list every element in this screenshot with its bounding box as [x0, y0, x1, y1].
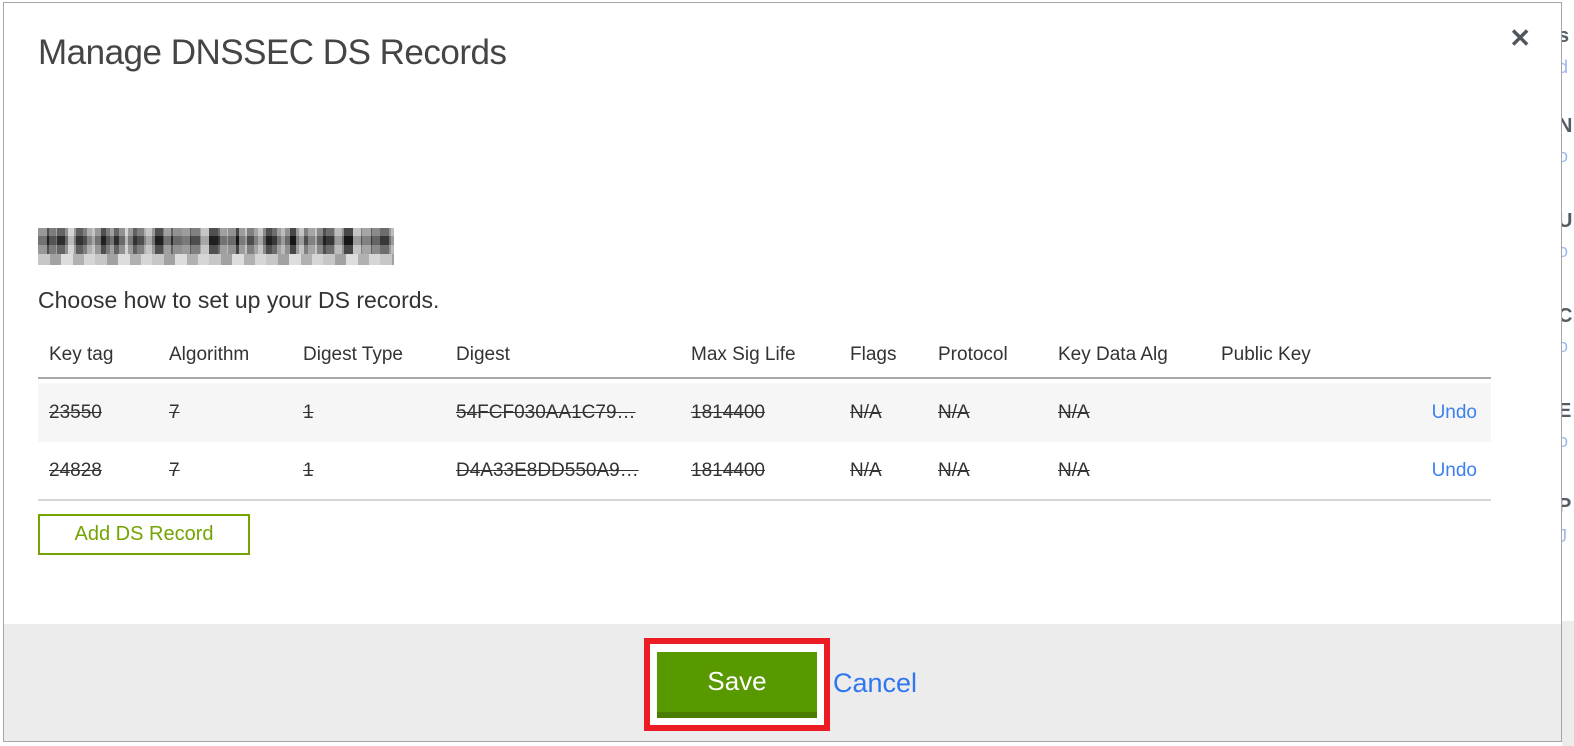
background-footer-strip — [1562, 621, 1574, 746]
add-ds-record-button[interactable]: Add DS Record — [38, 514, 250, 555]
cell-actions: Undo — [1421, 402, 1491, 424]
cell-flags: N/A — [850, 459, 882, 481]
cell-key-data-alg: N/A — [1058, 401, 1090, 423]
cell-algorithm: 7 — [169, 459, 180, 481]
background-text-fragment: o — [1562, 431, 1569, 451]
domain-name-redacted — [38, 228, 394, 265]
background-text-fragment: P — [1562, 495, 1572, 517]
col-header-public-key: Public Key — [1221, 344, 1311, 365]
background-page-sliver: s d N o U o C o E o P J — [1562, 0, 1574, 746]
col-header-flags: Flags — [850, 344, 897, 365]
cell-max-sig-life: 1814400 — [691, 459, 765, 481]
background-text-fragment: N — [1562, 115, 1573, 137]
close-icon[interactable]: ✕ — [1509, 25, 1531, 51]
cell-digest: 54FCF030AA1C79… — [456, 401, 636, 423]
table-row: 23550 7 1 54FCF030AA1C79… 1814400 N/A N/… — [38, 383, 1491, 442]
background-text-fragment: E — [1562, 400, 1572, 422]
background-text-fragment: d — [1562, 57, 1569, 77]
col-header-digest-type: Digest Type — [303, 344, 403, 365]
undo-link[interactable]: Undo — [1432, 460, 1477, 481]
col-header-algorithm: Algorithm — [169, 344, 250, 365]
pixelation-block — [38, 228, 394, 254]
background-text-fragment: U — [1562, 210, 1573, 232]
background-text-fragment: s — [1562, 25, 1570, 47]
cell-key-data-alg: N/A — [1058, 459, 1090, 481]
cell-digest-type: 1 — [303, 401, 314, 423]
col-header-max-sig-life: Max Sig Life — [691, 344, 796, 365]
table-header-row: Key tag Algorithm Digest Type Digest Max… — [38, 333, 1491, 379]
background-text-fragment: o — [1562, 241, 1569, 261]
col-header-protocol: Protocol — [938, 344, 1008, 365]
background-text-fragment: o — [1562, 336, 1569, 356]
cell-max-sig-life: 1814400 — [691, 401, 765, 423]
background-text-fragment: J — [1562, 526, 1567, 546]
background-text-fragment: C — [1562, 305, 1573, 327]
cell-key-tag: 24828 — [49, 459, 102, 481]
cell-protocol: N/A — [938, 401, 970, 423]
manage-dnssec-modal: Manage DNSSEC DS Records ✕ Choose how to… — [3, 2, 1562, 742]
cell-algorithm: 7 — [169, 401, 180, 423]
screenshot-root: s d N o U o C o E o P J Manage DNSSEC DS… — [0, 0, 1574, 746]
modal-footer: Save Cancel — [4, 624, 1561, 741]
undo-link[interactable]: Undo — [1432, 402, 1477, 423]
annotation-red-box: Save — [644, 638, 830, 731]
cell-key-tag: 23550 — [49, 401, 102, 423]
col-header-key-data-alg: Key Data Alg — [1058, 344, 1168, 365]
cancel-link[interactable]: Cancel — [833, 668, 917, 699]
instruction-text: Choose how to set up your DS records. — [38, 287, 440, 313]
col-header-key-tag: Key tag — [49, 344, 114, 365]
cell-flags: N/A — [850, 401, 882, 423]
ds-records-table: Key tag Algorithm Digest Type Digest Max… — [38, 333, 1491, 501]
save-button[interactable]: Save — [657, 651, 817, 718]
cell-digest: D4A33E8DD550A9… — [456, 459, 639, 481]
modal-title: Manage DNSSEC DS Records — [38, 33, 507, 72]
cell-actions: Undo — [1421, 460, 1491, 482]
pixelation-block — [38, 254, 394, 265]
col-header-digest: Digest — [456, 344, 510, 365]
background-text-fragment: o — [1562, 146, 1569, 166]
cell-protocol: N/A — [938, 459, 970, 481]
table-row: 24828 7 1 D4A33E8DD550A9… 1814400 N/A N/… — [38, 442, 1491, 501]
cell-digest-type: 1 — [303, 459, 314, 481]
